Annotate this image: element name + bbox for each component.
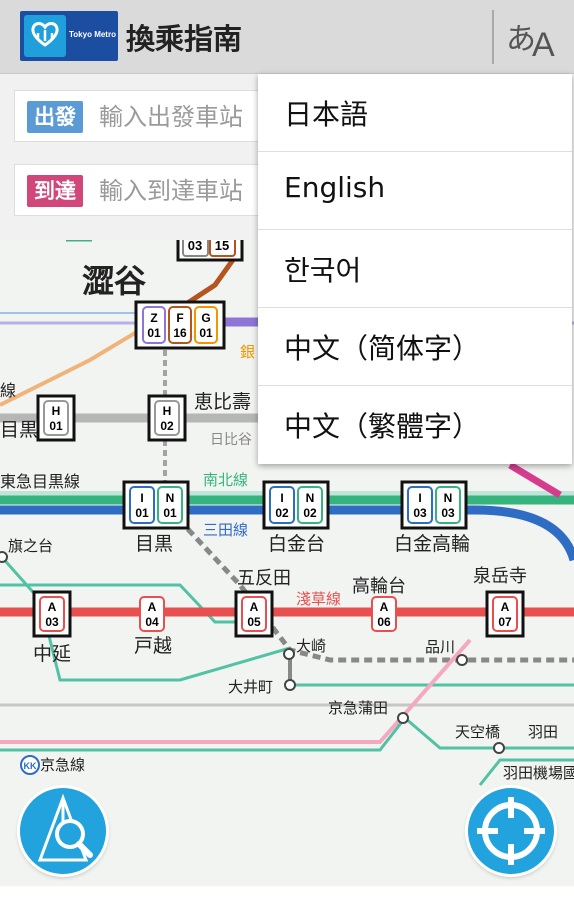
station-meguro-left: 目黒 bbox=[0, 419, 38, 441]
line-mita: 三田線 bbox=[203, 521, 248, 539]
station-shibuya: 澀谷 bbox=[82, 262, 146, 300]
from-station-field[interactable]: 出發 輸入出發車站 bbox=[14, 90, 294, 142]
svg-text:Z: Z bbox=[150, 311, 157, 325]
svg-text:A: A bbox=[380, 600, 389, 614]
line-partial-label: 線 bbox=[0, 381, 16, 400]
station-haneda-2: 羽田機場國 bbox=[503, 764, 574, 782]
svg-text:I: I bbox=[280, 491, 283, 505]
svg-text:02: 02 bbox=[303, 506, 317, 520]
line-namboku: 南北線 bbox=[203, 471, 248, 489]
app-header: Tokyo Metro 換乘指南 あ A bbox=[0, 0, 574, 74]
svg-text:N: N bbox=[166, 491, 175, 505]
mita-namboku-codes: I 01 N 01 I 02 N 02 I 03 N 03 bbox=[122, 480, 468, 530]
language-glyph-latin: A bbox=[532, 26, 555, 64]
svg-text:H: H bbox=[52, 404, 61, 418]
station-tenkubashi: 天空橋 bbox=[455, 723, 500, 741]
svg-text:03: 03 bbox=[413, 506, 427, 520]
station-hibiya-partial: 日比谷 bbox=[210, 432, 252, 448]
line-asakusa: 淺草線 bbox=[296, 590, 341, 608]
svg-text:07: 07 bbox=[498, 615, 512, 629]
station-oimachi: 大井町 bbox=[228, 678, 273, 696]
svg-text:I: I bbox=[140, 491, 143, 505]
shibuya-codes: Z F G 01 16 01 bbox=[134, 300, 226, 350]
svg-text:A: A bbox=[501, 600, 510, 614]
language-button[interactable]: あ A bbox=[492, 10, 570, 64]
search-map-icon bbox=[37, 793, 93, 862]
bottom-strip bbox=[0, 886, 574, 900]
line-keikyu: 京急線 bbox=[40, 756, 85, 774]
to-placeholder[interactable]: 輸入到達車站 bbox=[99, 175, 243, 207]
metro-heart-icon bbox=[24, 15, 66, 57]
logo-text: Tokyo Metro bbox=[69, 30, 116, 39]
svg-text:02: 02 bbox=[275, 506, 289, 520]
from-placeholder[interactable]: 輸入出發車站 bbox=[99, 101, 243, 133]
language-menu: 日本語 English 한국어 中文（简体字） 中文（繁體字） bbox=[258, 74, 572, 464]
svg-text:01: 01 bbox=[135, 506, 149, 520]
from-tag: 出發 bbox=[27, 101, 83, 133]
station-nakanobu: 中延 bbox=[33, 643, 71, 665]
svg-text:16: 16 bbox=[173, 326, 187, 340]
language-option-english[interactable]: English bbox=[258, 152, 572, 230]
station-sengakuji: 泉岳寺 bbox=[473, 566, 527, 587]
line-tokyu-meguro: 東急目黒線 bbox=[0, 472, 80, 491]
svg-text:G: G bbox=[201, 311, 210, 325]
svg-text:A: A bbox=[250, 600, 259, 614]
svg-text:A: A bbox=[148, 600, 157, 614]
station-meguro: 目黒 bbox=[135, 533, 173, 555]
svg-text:01: 01 bbox=[163, 506, 177, 520]
map-search-button[interactable] bbox=[20, 788, 106, 874]
language-option-simplified-chinese[interactable]: 中文（简体字） bbox=[258, 308, 572, 386]
svg-text:N: N bbox=[306, 491, 315, 505]
language-option-korean[interactable]: 한국어 bbox=[258, 230, 572, 308]
station-hatanodai: 旗之台 bbox=[8, 537, 53, 555]
language-option-traditional-chinese[interactable]: 中文（繁體字） bbox=[258, 386, 572, 464]
station-gotanda: 五反田 bbox=[237, 568, 291, 589]
station-takanawadai: 高輪台 bbox=[352, 576, 406, 597]
svg-text:01: 01 bbox=[49, 419, 63, 433]
tokyo-metro-logo: Tokyo Metro bbox=[20, 11, 118, 61]
svg-text:03: 03 bbox=[188, 238, 202, 253]
app-title: 換乘指南 bbox=[126, 22, 243, 56]
keikyu-badge: KK bbox=[20, 755, 40, 775]
svg-text:H: H bbox=[163, 404, 172, 418]
svg-text:A: A bbox=[48, 600, 57, 614]
svg-text:15: 15 bbox=[215, 238, 229, 253]
station-shirokanedai: 白金台 bbox=[268, 533, 325, 555]
station-ebisu: 恵比壽 bbox=[194, 391, 251, 413]
svg-text:N: N bbox=[444, 491, 453, 505]
station-togoshi: 戸越 bbox=[134, 635, 172, 657]
search-panel: 出發 輸入出發車站 到達 輸入到達車站 bbox=[0, 74, 300, 240]
svg-text:03: 03 bbox=[45, 615, 59, 629]
svg-text:01: 01 bbox=[147, 326, 161, 340]
language-option-japanese[interactable]: 日本語 bbox=[258, 74, 572, 152]
svg-text:03: 03 bbox=[441, 506, 455, 520]
locate-button[interactable] bbox=[468, 788, 554, 874]
station-shirokane-takanawa: 白金高輪 bbox=[394, 533, 470, 555]
svg-text:06: 06 bbox=[377, 615, 391, 629]
svg-text:02: 02 bbox=[160, 419, 174, 433]
station-haneda-1: 羽田 bbox=[528, 723, 558, 741]
locate-icon bbox=[477, 797, 545, 865]
svg-text:F: F bbox=[176, 311, 183, 325]
station-keikyu-kamata: 京急蒲田 bbox=[328, 699, 388, 717]
station-osaki: 大崎 bbox=[296, 637, 326, 655]
station-shinagawa: 品川 bbox=[425, 638, 455, 656]
svg-text:05: 05 bbox=[247, 615, 261, 629]
station-ginza-partial: 銀 bbox=[240, 343, 255, 361]
svg-text:KK: KK bbox=[24, 761, 37, 771]
to-station-field[interactable]: 到達 輸入到達車站 bbox=[14, 164, 294, 216]
svg-text:04: 04 bbox=[145, 615, 159, 629]
svg-text:I: I bbox=[418, 491, 421, 505]
svg-text:01: 01 bbox=[199, 326, 213, 340]
to-tag: 到達 bbox=[27, 175, 83, 207]
